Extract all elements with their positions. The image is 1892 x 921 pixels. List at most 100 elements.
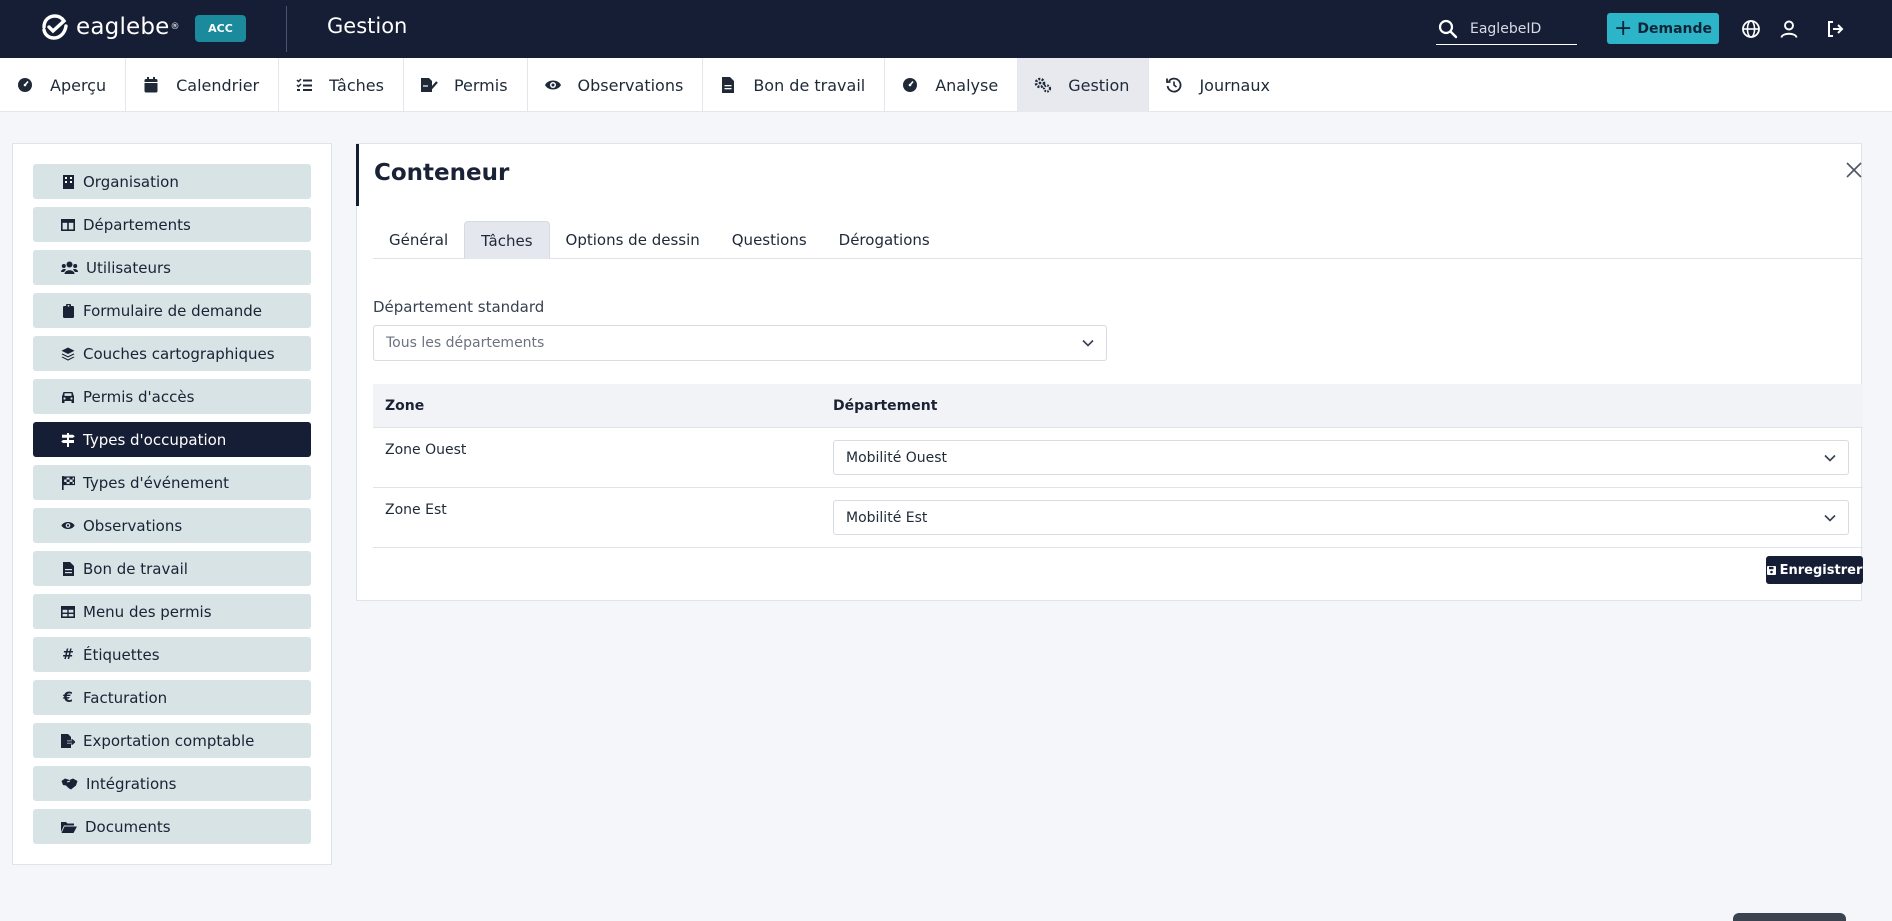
sidebar-item-etiquettes[interactable]: # Étiquettes [33,637,311,672]
chevron-down-icon [1082,339,1094,347]
eaglebe-logo[interactable]: eaglebe ® [40,14,180,40]
sidebar-item-label: Bon de travail [83,559,188,578]
nav-item-gestion[interactable]: Gestion [1018,58,1150,112]
gauge-icon [16,76,34,94]
sidebar-item-departements[interactable]: Départements [33,207,311,242]
sidebar-item-bon-de-travail[interactable]: Bon de travail [33,551,311,586]
nav-item-calendrier[interactable]: Calendrier [126,58,280,112]
tab-taches[interactable]: Tâches [464,221,550,259]
history-icon [1165,76,1183,94]
tab-options-de-dessin[interactable]: Options de dessin [550,221,716,259]
management-sidebar: Organisation Départements Utilisateurs F… [12,143,332,865]
app-title: Gestion [327,14,408,38]
panel-tabs: Général Tâches Options de dessin Questio… [373,221,1863,259]
nav-label: Analyse [935,75,999,95]
table-columns-icon [61,218,75,232]
new-request-button[interactable]: + Demande [1607,13,1719,44]
nav-label: Calendrier [176,75,260,95]
table-row: Zone Est Mobilité Est [373,488,1863,548]
search-input[interactable] [1470,20,1570,37]
nav-item-apercu[interactable]: Aperçu [0,58,127,112]
nav-label: Bon de travail [753,75,866,95]
flag-checkered-icon [61,475,75,490]
user-profile-icon[interactable] [1777,17,1801,41]
sidebar-item-label: Organisation [83,172,179,191]
sidebar-item-facturation[interactable]: € Facturation [33,680,311,715]
calendar-icon [142,76,160,94]
department-value: Mobilité Est [846,509,928,526]
sidebar-item-label: Utilisateurs [86,258,171,277]
save-button[interactable]: Enregistrer [1766,556,1863,584]
language-globe-icon[interactable] [1739,17,1763,41]
gears-icon [1034,76,1052,94]
sidebar-item-menu-des-permis[interactable]: Menu des permis [33,594,311,629]
eye-icon [61,519,75,533]
eaglebe-logo-icon [42,14,68,40]
nav-item-permis[interactable]: Permis [404,58,528,112]
panel-accent-bar [356,144,359,206]
nav-item-journaux[interactable]: Journaux [1149,58,1289,112]
hashtag-icon: # [62,646,74,663]
sidebar-item-permis-d-acces[interactable]: Permis d'accès [33,379,311,414]
department-select[interactable]: Mobilité Ouest [833,440,1849,475]
tab-general[interactable]: Général [373,221,464,259]
nav-label: Tâches [329,75,384,95]
close-icon[interactable] [1843,159,1865,181]
sidebar-item-label: Facturation [83,688,168,707]
task-list-icon [295,76,313,94]
sidebar-item-exportation-comptable[interactable]: Exportation comptable [33,723,311,758]
sidebar-item-formulaire-de-demande[interactable]: Formulaire de demande [33,293,311,328]
nav-item-taches[interactable]: Tâches [279,58,404,112]
tab-derogations[interactable]: Dérogations [823,221,946,259]
nav-item-observations[interactable]: Observations [528,58,704,112]
zone-cell: Zone Est [385,502,447,518]
top-bar: eaglebe® ACC Gestion + Demande [0,0,1892,58]
permit-signature-icon [420,76,438,94]
standard-department-select[interactable]: Tous les départements [373,325,1107,361]
department-value: Mobilité Ouest [846,449,948,466]
sidebar-item-utilisateurs[interactable]: Utilisateurs [33,250,311,285]
sidebar-item-observations[interactable]: Observations [33,508,311,543]
logout-icon[interactable] [1823,17,1847,41]
sidebar-item-couches-cartographiques[interactable]: Couches cartographiques [33,336,311,371]
sidebar-item-label: Intégrations [86,774,177,793]
file-icon [61,561,75,576]
sidebar-item-label: Couches cartographiques [83,344,275,363]
logo-text: eaglebe [76,14,170,40]
main-navigation: Aperçu Calendrier Tâches Permis Observat… [0,58,1892,112]
nav-item-bon-de-travail[interactable]: Bon de travail [703,58,886,112]
column-header-departement: Département [833,397,938,414]
search-box[interactable] [1436,13,1577,45]
table-icon [61,605,75,619]
sidebar-item-label: Départements [83,215,191,234]
sidebar-item-documents[interactable]: Documents [33,809,311,844]
save-button-label: Enregistrer [1779,562,1863,578]
sidebar-item-types-d-occupation[interactable]: Types d'occupation [33,422,311,457]
bottom-right-widget-tab[interactable] [1733,913,1846,921]
sidebar-item-integrations[interactable]: Intégrations [33,766,311,801]
department-select[interactable]: Mobilité Est [833,500,1849,535]
sidebar-item-label: Étiquettes [83,645,160,664]
save-floppy-icon [1766,565,1776,575]
header-divider [286,6,287,52]
sidebar-item-label: Menu des permis [83,602,212,621]
file-export-icon [61,733,75,748]
logo-registered-mark: ® [170,22,180,32]
standard-department-value: Tous les départements [386,335,545,351]
new-request-label: Demande [1637,20,1713,37]
nav-label: Permis [453,75,508,95]
signs-post-icon [61,432,75,447]
chevron-down-icon [1824,454,1836,462]
sidebar-item-types-d-evenement[interactable]: Types d'événement [33,465,311,500]
standard-department-label: Département standard [373,298,545,316]
gauge-icon [901,76,919,94]
sidebar-item-organisation[interactable]: Organisation [33,164,311,199]
nav-item-analyse[interactable]: Analyse [885,58,1019,112]
folder-open-icon [61,820,77,834]
building-icon [61,174,75,189]
tab-questions[interactable]: Questions [716,221,823,259]
environment-badge: ACC [195,15,246,42]
search-icon [1438,19,1458,38]
users-icon [61,261,78,275]
layers-icon [61,347,75,361]
